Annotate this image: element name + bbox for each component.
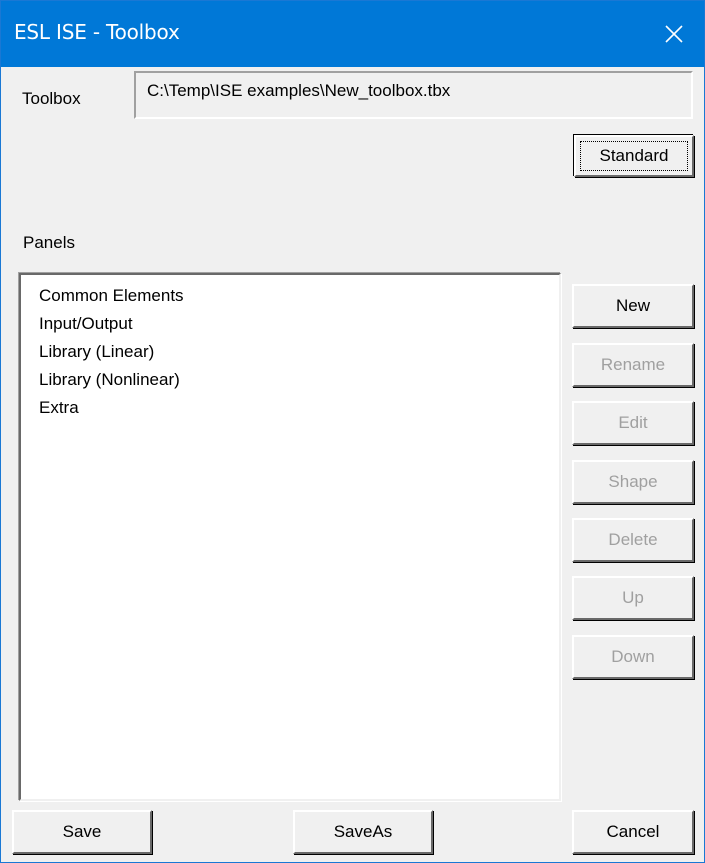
title-bar[interactable]: ESL ISE - Toolbox — [1, 1, 704, 67]
list-item[interactable]: Library (Linear) — [21, 338, 559, 366]
toolbox-dialog: ESL ISE - Toolbox Toolbox C:\Temp\ISE ex… — [0, 0, 705, 863]
window-title: ESL ISE - Toolbox — [14, 20, 180, 44]
edit-button[interactable]: Edit — [572, 401, 694, 445]
standard-button[interactable]: Standard — [574, 135, 694, 177]
shape-button[interactable]: Shape — [572, 460, 694, 504]
close-icon — [665, 25, 683, 43]
rename-button[interactable]: Rename — [572, 343, 694, 387]
toolbox-label: Toolbox — [22, 89, 81, 108]
cancel-button[interactable]: Cancel — [572, 810, 694, 854]
toolbox-path-field: C:\Temp\ISE examples\New_toolbox.tbx — [134, 71, 693, 119]
new-button[interactable]: New — [572, 284, 694, 328]
save-button[interactable]: Save — [12, 810, 152, 854]
panels-label: Panels — [23, 233, 75, 252]
close-button[interactable] — [644, 1, 704, 67]
dialog-body: Toolbox C:\Temp\ISE examples\New_toolbox… — [1, 67, 704, 862]
list-item[interactable]: Input/Output — [21, 310, 559, 338]
list-item[interactable]: Extra — [21, 394, 559, 422]
list-item[interactable]: Library (Nonlinear) — [21, 366, 559, 394]
down-button[interactable]: Down — [572, 635, 694, 679]
save-as-button[interactable]: SaveAs — [293, 810, 433, 854]
up-button[interactable]: Up — [572, 576, 694, 620]
panels-list[interactable]: Common Elements Input/Output Library (Li… — [19, 273, 561, 801]
delete-button[interactable]: Delete — [572, 518, 694, 562]
list-item[interactable]: Common Elements — [21, 282, 559, 310]
